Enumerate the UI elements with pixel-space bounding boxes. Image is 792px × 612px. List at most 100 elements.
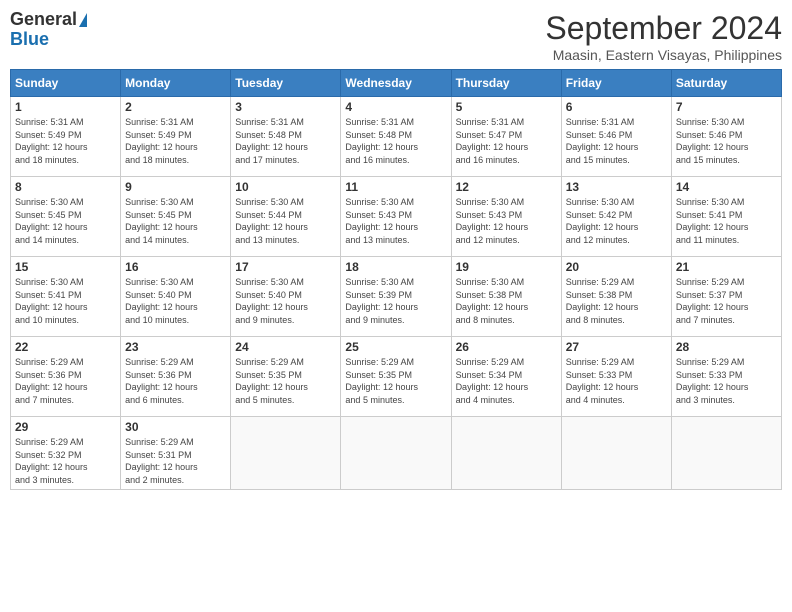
table-row xyxy=(561,417,671,490)
day-info: Sunrise: 5:31 AM Sunset: 5:49 PM Dayligh… xyxy=(125,116,226,166)
table-row xyxy=(451,417,561,490)
calendar-week-row: 1 Sunrise: 5:31 AM Sunset: 5:49 PM Daylig… xyxy=(11,97,782,177)
day-number: 18 xyxy=(345,260,446,274)
day-number: 28 xyxy=(676,340,777,354)
day-info: Sunrise: 5:31 AM Sunset: 5:49 PM Dayligh… xyxy=(15,116,116,166)
day-info: Sunrise: 5:30 AM Sunset: 5:46 PM Dayligh… xyxy=(676,116,777,166)
day-info: Sunrise: 5:30 AM Sunset: 5:43 PM Dayligh… xyxy=(456,196,557,246)
day-number: 11 xyxy=(345,180,446,194)
weekday-header-friday: Friday xyxy=(561,70,671,97)
table-row: 13Sunrise: 5:30 AM Sunset: 5:42 PM Dayli… xyxy=(561,177,671,257)
table-row: 30Sunrise: 5:29 AM Sunset: 5:31 PM Dayli… xyxy=(121,417,231,490)
day-info: Sunrise: 5:31 AM Sunset: 5:47 PM Dayligh… xyxy=(456,116,557,166)
table-row: 8 Sunrise: 5:30 AM Sunset: 5:45 PM Daylig… xyxy=(11,177,121,257)
table-row: 22 Sunrise: 5:29 AM Sunset: 5:36 PM Dayli… xyxy=(11,337,121,417)
table-row: 23Sunrise: 5:29 AM Sunset: 5:36 PM Dayli… xyxy=(121,337,231,417)
day-info: Sunrise: 5:30 AM Sunset: 5:40 PM Dayligh… xyxy=(235,276,336,326)
day-number: 26 xyxy=(456,340,557,354)
title-section: September 2024 Maasin, Eastern Visayas, … xyxy=(545,10,782,63)
table-row: 16Sunrise: 5:30 AM Sunset: 5:40 PM Dayli… xyxy=(121,257,231,337)
table-row: 5 Sunrise: 5:31 AM Sunset: 5:47 PM Daylig… xyxy=(451,97,561,177)
month-title: September 2024 xyxy=(545,10,782,47)
table-row xyxy=(341,417,451,490)
calendar-week-row: 8 Sunrise: 5:30 AM Sunset: 5:45 PM Daylig… xyxy=(11,177,782,257)
day-info: Sunrise: 5:30 AM Sunset: 5:44 PM Dayligh… xyxy=(235,196,336,246)
day-info: Sunrise: 5:29 AM Sunset: 5:32 PM Dayligh… xyxy=(15,436,116,486)
weekday-header-monday: Monday xyxy=(121,70,231,97)
day-number: 22 xyxy=(15,340,116,354)
table-row: 24 Sunrise: 5:29 AM Sunset: 5:35 PM Dayli… xyxy=(231,337,341,417)
day-number: 8 xyxy=(15,180,116,194)
table-row: 21Sunrise: 5:29 AM Sunset: 5:37 PM Dayli… xyxy=(671,257,781,337)
day-info: Sunrise: 5:30 AM Sunset: 5:38 PM Dayligh… xyxy=(456,276,557,326)
table-row xyxy=(231,417,341,490)
calendar-week-row: 29 Sunrise: 5:29 AM Sunset: 5:32 PM Dayli… xyxy=(11,417,782,490)
day-number: 5 xyxy=(456,100,557,114)
day-info: Sunrise: 5:29 AM Sunset: 5:34 PM Dayligh… xyxy=(456,356,557,406)
calendar-week-row: 15 Sunrise: 5:30 AM Sunset: 5:41 PM Dayli… xyxy=(11,257,782,337)
day-info: Sunrise: 5:29 AM Sunset: 5:35 PM Dayligh… xyxy=(345,356,446,406)
table-row: 27 Sunrise: 5:29 AM Sunset: 5:33 PM Dayli… xyxy=(561,337,671,417)
day-info: Sunrise: 5:30 AM Sunset: 5:45 PM Dayligh… xyxy=(125,196,226,246)
day-info: Sunrise: 5:29 AM Sunset: 5:36 PM Dayligh… xyxy=(15,356,116,406)
day-info: Sunrise: 5:29 AM Sunset: 5:31 PM Dayligh… xyxy=(125,436,226,486)
day-number: 24 xyxy=(235,340,336,354)
day-number: 2 xyxy=(125,100,226,114)
day-number: 1 xyxy=(15,100,116,114)
table-row: 9Sunrise: 5:30 AM Sunset: 5:45 PM Daylig… xyxy=(121,177,231,257)
table-row: 26 Sunrise: 5:29 AM Sunset: 5:34 PM Dayli… xyxy=(451,337,561,417)
calendar-table: SundayMondayTuesdayWednesdayThursdayFrid… xyxy=(10,69,782,490)
day-info: Sunrise: 5:31 AM Sunset: 5:48 PM Dayligh… xyxy=(235,116,336,166)
day-info: Sunrise: 5:29 AM Sunset: 5:33 PM Dayligh… xyxy=(566,356,667,406)
day-info: Sunrise: 5:31 AM Sunset: 5:48 PM Dayligh… xyxy=(345,116,446,166)
weekday-header-saturday: Saturday xyxy=(671,70,781,97)
day-number: 10 xyxy=(235,180,336,194)
table-row: 7 Sunrise: 5:30 AM Sunset: 5:46 PM Daylig… xyxy=(671,97,781,177)
table-row: 6Sunrise: 5:31 AM Sunset: 5:46 PM Daylig… xyxy=(561,97,671,177)
day-number: 6 xyxy=(566,100,667,114)
calendar-week-row: 22 Sunrise: 5:29 AM Sunset: 5:36 PM Dayli… xyxy=(11,337,782,417)
day-info: Sunrise: 5:30 AM Sunset: 5:42 PM Dayligh… xyxy=(566,196,667,246)
day-number: 12 xyxy=(456,180,557,194)
day-number: 20 xyxy=(566,260,667,274)
day-info: Sunrise: 5:29 AM Sunset: 5:37 PM Dayligh… xyxy=(676,276,777,326)
table-row: 2 Sunrise: 5:31 AM Sunset: 5:49 PM Daylig… xyxy=(121,97,231,177)
table-row: 10 Sunrise: 5:30 AM Sunset: 5:44 PM Dayli… xyxy=(231,177,341,257)
day-number: 3 xyxy=(235,100,336,114)
weekday-header-tuesday: Tuesday xyxy=(231,70,341,97)
page-header: General Blue September 2024 Maasin, East… xyxy=(10,10,782,63)
table-row: 17 Sunrise: 5:30 AM Sunset: 5:40 PM Dayli… xyxy=(231,257,341,337)
table-row: 25Sunrise: 5:29 AM Sunset: 5:35 PM Dayli… xyxy=(341,337,451,417)
day-number: 14 xyxy=(676,180,777,194)
day-number: 29 xyxy=(15,420,116,434)
day-number: 27 xyxy=(566,340,667,354)
table-row: 4 Sunrise: 5:31 AM Sunset: 5:48 PM Daylig… xyxy=(341,97,451,177)
day-info: Sunrise: 5:30 AM Sunset: 5:41 PM Dayligh… xyxy=(15,276,116,326)
table-row: 29 Sunrise: 5:29 AM Sunset: 5:32 PM Dayli… xyxy=(11,417,121,490)
weekday-header-sunday: Sunday xyxy=(11,70,121,97)
day-number: 17 xyxy=(235,260,336,274)
logo-general-text: General xyxy=(10,10,77,30)
table-row: 15 Sunrise: 5:30 AM Sunset: 5:41 PM Dayli… xyxy=(11,257,121,337)
day-info: Sunrise: 5:30 AM Sunset: 5:39 PM Dayligh… xyxy=(345,276,446,326)
location: Maasin, Eastern Visayas, Philippines xyxy=(545,47,782,63)
table-row: 12 Sunrise: 5:30 AM Sunset: 5:43 PM Dayli… xyxy=(451,177,561,257)
day-number: 23 xyxy=(125,340,226,354)
day-info: Sunrise: 5:30 AM Sunset: 5:43 PM Dayligh… xyxy=(345,196,446,246)
logo-icon xyxy=(79,13,87,27)
table-row: 19Sunrise: 5:30 AM Sunset: 5:38 PM Dayli… xyxy=(451,257,561,337)
table-row: 3 Sunrise: 5:31 AM Sunset: 5:48 PM Daylig… xyxy=(231,97,341,177)
table-row: 28Sunrise: 5:29 AM Sunset: 5:33 PM Dayli… xyxy=(671,337,781,417)
day-info: Sunrise: 5:29 AM Sunset: 5:35 PM Dayligh… xyxy=(235,356,336,406)
weekday-header-thursday: Thursday xyxy=(451,70,561,97)
day-info: Sunrise: 5:29 AM Sunset: 5:38 PM Dayligh… xyxy=(566,276,667,326)
day-number: 7 xyxy=(676,100,777,114)
table-row xyxy=(671,417,781,490)
day-number: 4 xyxy=(345,100,446,114)
day-info: Sunrise: 5:30 AM Sunset: 5:41 PM Dayligh… xyxy=(676,196,777,246)
day-number: 15 xyxy=(15,260,116,274)
table-row: 18 Sunrise: 5:30 AM Sunset: 5:39 PM Dayli… xyxy=(341,257,451,337)
day-info: Sunrise: 5:30 AM Sunset: 5:45 PM Dayligh… xyxy=(15,196,116,246)
logo-blue-text: Blue xyxy=(10,30,49,50)
weekday-header-wednesday: Wednesday xyxy=(341,70,451,97)
